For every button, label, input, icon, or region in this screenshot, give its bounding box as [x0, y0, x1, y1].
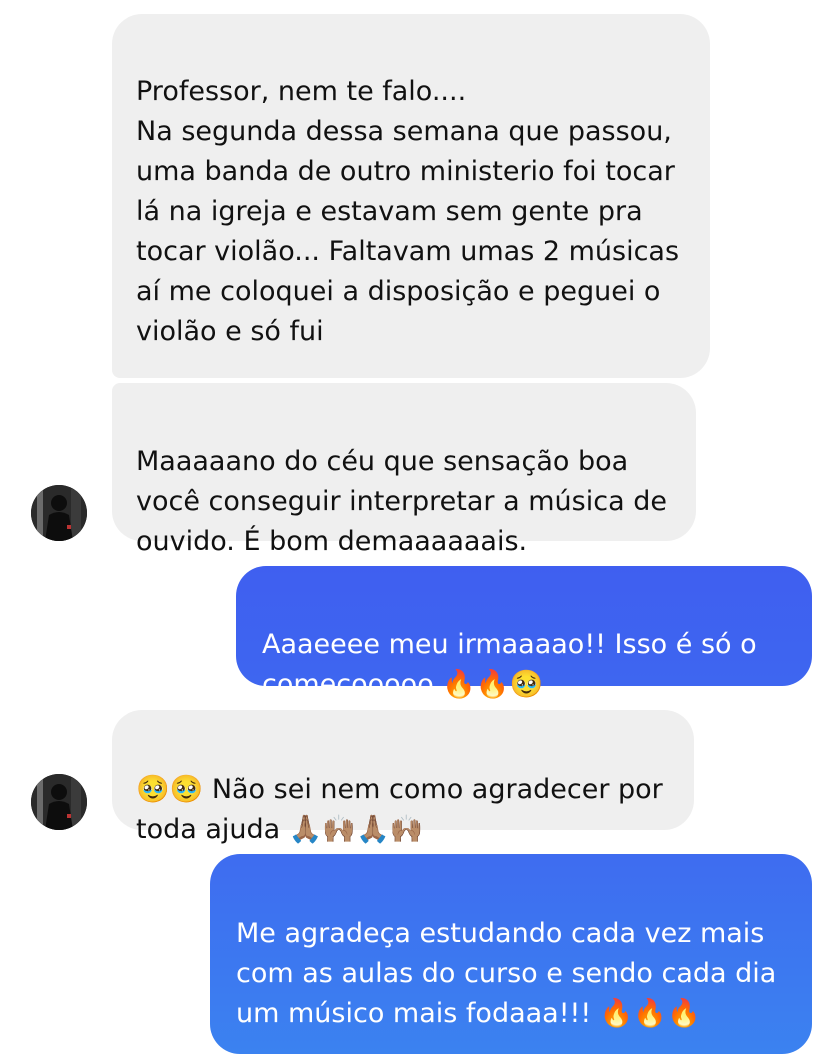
- user-avatar-icon: [31, 774, 87, 830]
- message-bubble-incoming[interactable]: 🥹🥹 Não sei nem como agradecer por toda a…: [112, 710, 694, 845]
- message-bubble-incoming[interactable]: Professor, nem te falo.... Na segunda de…: [112, 14, 710, 378]
- message-text: Maaaaano do céu que sensação boa você co…: [136, 446, 667, 557]
- user-avatar[interactable]: [31, 485, 87, 541]
- message-bubble-outgoing[interactable]: Aaaeeee meu irmaaaao!! Isso é só o começ…: [236, 566, 812, 700]
- user-avatar[interactable]: [31, 774, 87, 830]
- message-text: 🥹🥹 Não sei nem como agradecer por toda a…: [136, 774, 663, 845]
- message-bubble-incoming[interactable]: Maaaaano do céu que sensação boa você co…: [112, 383, 696, 557]
- message-text: Me agradeça estudando cada vez mais com …: [236, 918, 777, 1029]
- user-avatar-icon: [31, 485, 87, 541]
- message-text: Professor, nem te falo.... Na segunda de…: [136, 76, 680, 347]
- message-text: Aaaeeee meu irmaaaao!! Isso é só o começ…: [262, 629, 757, 700]
- message-bubble-outgoing[interactable]: Me agradeça estudando cada vez mais com …: [210, 854, 812, 1054]
